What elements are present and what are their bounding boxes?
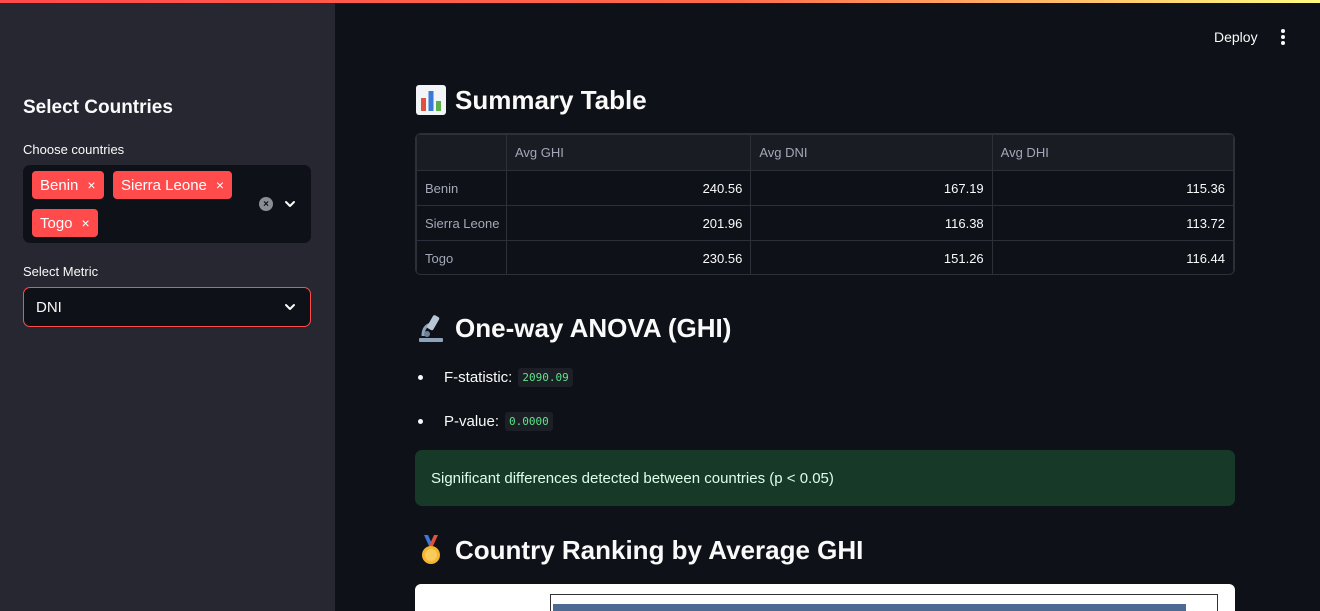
f-statistic-value: 2090.09 (518, 368, 573, 387)
table-cell: 201.96 (505, 205, 752, 241)
f-statistic-label: F-statistic: (444, 369, 513, 386)
microscope-emoji-icon (419, 315, 443, 342)
column-header-avg-ghi[interactable]: Avg GHI (505, 134, 752, 171)
metric-select-value: DNI (36, 299, 62, 316)
remove-chip-icon[interactable]: × (82, 216, 90, 230)
chevron-down-icon[interactable] (283, 197, 297, 211)
table-cell: 116.44 (991, 240, 1234, 274)
column-header-avg-dhi[interactable]: Avg DHI (991, 134, 1234, 171)
row-header: Benin (416, 170, 507, 206)
table-header-row: Avg GHI Avg DNI Avg DHI (416, 134, 1234, 171)
p-value-label: P-value: (444, 413, 500, 430)
remove-chip-icon[interactable]: × (216, 178, 224, 192)
chip-benin[interactable]: Benin × (32, 171, 104, 199)
clear-circle-icon[interactable]: × (259, 197, 273, 211)
sidebar-title: Select Countries (23, 97, 173, 118)
bullet-icon (418, 419, 423, 424)
anova-heading: One-way ANOVA (GHI) (415, 312, 731, 344)
deploy-button[interactable]: Deploy (1214, 29, 1258, 45)
summary-table: Avg GHI Avg DNI Avg DHI Benin 240.56 167… (415, 133, 1235, 275)
table-row: Sierra Leone 201.96 116.38 113.72 (416, 205, 1234, 241)
chart-bar (553, 604, 1186, 611)
medal-emoji-icon (422, 535, 440, 564)
table-cell: 167.19 (750, 170, 993, 206)
table-row: Togo 230.56 151.26 116.44 (416, 240, 1234, 274)
sidebar: Select Countries Choose countries Benin … (0, 0, 335, 611)
bullet-icon (418, 375, 423, 380)
success-alert: Significant differences detected between… (415, 450, 1235, 506)
metric-select[interactable]: DNI (23, 287, 311, 327)
ranking-title: Country Ranking by Average GHI (455, 534, 864, 565)
table-cell: 230.56 (505, 240, 752, 274)
list-item: F-statistic: 2090.09 (415, 368, 815, 387)
chevron-down-icon[interactable] (283, 300, 297, 314)
table-row: Benin 240.56 167.19 115.36 (416, 170, 1234, 206)
table-cell: 151.26 (750, 240, 993, 274)
vertical-dots-icon[interactable] (1276, 28, 1290, 46)
row-header: Sierra Leone (416, 205, 507, 241)
bar-chart-emoji-icon (416, 85, 446, 115)
p-value-value: 0.0000 (505, 412, 553, 431)
ranking-heading: Country Ranking by Average GHI (415, 534, 863, 566)
chart-plot-area (550, 594, 1218, 611)
ranking-chart (415, 584, 1235, 611)
row-header: Togo (416, 240, 507, 274)
chip-label: Togo (40, 214, 73, 232)
anova-title: One-way ANOVA (GHI) (455, 312, 732, 343)
countries-label: Choose countries (23, 142, 125, 157)
metric-label: Select Metric (23, 264, 99, 279)
table-cell: 115.36 (991, 170, 1234, 206)
list-item: P-value: 0.0000 (415, 412, 815, 431)
summary-heading: Summary Table (415, 84, 647, 116)
countries-multiselect[interactable]: Benin × Sierra Leone × Togo × × (23, 165, 311, 243)
chip-togo[interactable]: Togo × (32, 209, 98, 237)
summary-title: Summary Table (455, 84, 647, 115)
top-decoration-stripe (0, 0, 1320, 3)
remove-chip-icon[interactable]: × (87, 178, 95, 192)
table-cell: 116.38 (750, 205, 993, 241)
chip-sierra-leone[interactable]: Sierra Leone × (113, 171, 233, 199)
column-header-index[interactable] (416, 134, 507, 171)
chip-label: Benin (40, 176, 79, 194)
table-cell: 113.72 (991, 205, 1234, 241)
column-header-avg-dni[interactable]: Avg DNI (750, 134, 993, 171)
chip-label: Sierra Leone (121, 176, 207, 194)
table-cell: 240.56 (505, 170, 752, 206)
success-alert-text: Significant differences detected between… (431, 469, 834, 487)
